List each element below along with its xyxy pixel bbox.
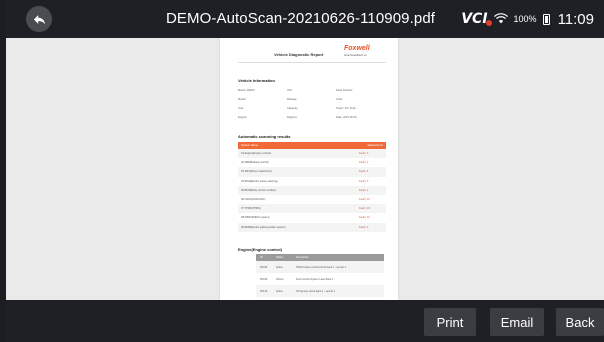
- back-button[interactable]: Back: [556, 308, 604, 336]
- print-button[interactable]: Print: [424, 308, 476, 336]
- dtc-code: P0130: [260, 289, 268, 293]
- info-cell: Tester: Pro Scan: [336, 107, 356, 110]
- table-row: P0030 Active HO2S heater control circuit b…: [256, 261, 384, 273]
- info-cell: Fault Position:: [336, 89, 354, 92]
- table-row: P0130 Active O2 Sensor circuit bank 1 - se…: [256, 285, 384, 297]
- system-name: 07 TPMS(TPMS): [241, 207, 261, 211]
- scan-results-table: System Name Status/Count 01 Engine(Engin…: [238, 142, 386, 232]
- table-row: 04 EPS(Electric power steering) Fault | 3: [238, 177, 386, 186]
- info-cell: VIN:: [287, 89, 293, 92]
- table-row: 08 IMMO(IMMO system) Fault | 10: [238, 213, 386, 222]
- document-title: DEMO-AutoScan-20210626-110909.pdf: [166, 10, 436, 27]
- column-header: System Name: [241, 144, 258, 147]
- vehicle-info-heading: Vehicle Information: [238, 78, 275, 83]
- system-name: 04 EPS(Electric power steering): [241, 179, 278, 183]
- column-header: Status/Count: [367, 144, 383, 147]
- dtc-table-header: ID Status Description: [256, 254, 384, 261]
- email-button[interactable]: Email: [490, 308, 544, 336]
- fault-status: Fault | 10: [359, 198, 370, 202]
- system-name: 09 EPB(Electric parking-brake system): [241, 225, 286, 229]
- dtc-status: History: [276, 277, 284, 281]
- brand-url: www.foxwelltech.us: [344, 54, 367, 57]
- info-row: Engine: Regions: Date: 2021.06.26: [238, 113, 386, 122]
- fault-status: Fault | 4: [359, 170, 369, 174]
- info-cell: Capacity:: [287, 107, 299, 110]
- info-row: Brand: DEMO VIN: Fault Position:: [238, 86, 386, 95]
- fault-status: Fault | 10: [359, 216, 370, 220]
- vci-label: VCI: [461, 11, 488, 27]
- dtc-status: Active: [276, 265, 283, 269]
- wifi-icon: [493, 13, 508, 25]
- status-area: VCI 100% 11:09: [461, 0, 594, 38]
- dtc-table: ID Status Description P0030 Active HO2S he…: [256, 254, 384, 297]
- system-name: 06 HVAC(HVAC/A/C): [241, 198, 266, 202]
- report-title: Vehicle Diagnostic Report: [274, 52, 324, 57]
- brand-logo: Foxwell: [344, 45, 370, 52]
- table-row: P0036 History Fuel Control System Lean Ban…: [256, 273, 384, 285]
- dtc-status: Active: [276, 289, 283, 293]
- table-row: 09 EPB(Electric parking-brake system) Fau…: [238, 222, 386, 232]
- fault-status: Fault | 16: [359, 207, 370, 211]
- fault-status: Fault | 3: [359, 152, 369, 156]
- column-header: Description: [296, 256, 309, 259]
- system-name: 01 Engine(Engine control): [241, 152, 271, 156]
- engine-section-heading: Engine(Engine control): [238, 247, 282, 252]
- top-bar: DEMO-AutoScan-20210626-110909.pdf VCI 10…: [6, 0, 604, 38]
- dtc-description: Fuel Control System Lean Bank 1: [296, 277, 334, 281]
- system-name: 02 ABS(Braking control): [241, 161, 269, 165]
- vci-status-dot: [485, 20, 492, 26]
- info-cell: Brand: DEMO: [238, 89, 255, 92]
- column-header: Status: [276, 256, 284, 259]
- table-row: 05 BCM(Body control module) Fault | 2: [238, 185, 386, 195]
- dtc-description: O2 Sensor circuit bank 1 - sensor 1: [296, 289, 336, 293]
- dtc-description: HO2S heater control circuit bank 1 - sen…: [296, 265, 347, 269]
- table-row: 07 TPMS(TPMS) Fault | 16: [238, 204, 386, 214]
- info-cell: Color:: [336, 98, 344, 101]
- table-row: 06 HVAC(HVAC/A/C) Fault | 10: [238, 195, 386, 204]
- pdf-page: Vehicle Diagnostic Report Foxwell www.fo…: [220, 38, 398, 300]
- table-row: 02 ABS(Braking control) Fault | 2: [238, 158, 386, 167]
- scan-table-header: System Name Status/Count: [238, 142, 386, 149]
- system-name: 05 BCM(Body control module): [241, 188, 276, 192]
- info-row: Year: Capacity: Tester: Pro Scan: [238, 104, 386, 113]
- info-cell: Date: 2021.06.26: [336, 116, 357, 119]
- battery-percent: 100%: [513, 14, 537, 24]
- fault-status: Fault | 2: [359, 161, 369, 165]
- system-name: 03 SRS(Driver crash/restr): [241, 170, 272, 174]
- fault-status: Fault | 3: [359, 179, 369, 183]
- system-name: 08 IMMO(IMMO system): [241, 216, 270, 220]
- vehicle-info-grid: Brand: DEMO VIN: Fault Position: Model: …: [238, 86, 386, 122]
- battery-icon: [542, 13, 550, 25]
- column-header: ID: [260, 256, 263, 259]
- info-row: Model: Mileage: Color:: [238, 95, 386, 104]
- fault-status: Fault | 3: [359, 225, 369, 229]
- table-row: 01 Engine(Engine control) Fault | 3: [238, 149, 386, 159]
- back-arrow-icon: [33, 14, 45, 24]
- vci-connection-icon: VCI: [461, 11, 492, 27]
- pdf-viewer[interactable]: Vehicle Diagnostic Report Foxwell www.fo…: [6, 38, 604, 300]
- clock: 11:09: [557, 10, 594, 28]
- app-frame: DEMO-AutoScan-20210626-110909.pdf VCI 10…: [6, 0, 604, 342]
- back-arrow-button[interactable]: [26, 6, 52, 32]
- divider: [238, 62, 386, 63]
- scan-rows: 01 Engine(Engine control) Fault | 3 02 AB…: [238, 149, 386, 232]
- dtc-code: P0036: [260, 277, 268, 281]
- info-cell: Regions:: [287, 116, 298, 119]
- table-row: 03 SRS(Driver crash/restr) Fault | 4: [238, 167, 386, 177]
- fault-status: Fault | 2: [359, 188, 369, 192]
- info-cell: Engine:: [238, 116, 248, 119]
- info-cell: Mileage:: [287, 98, 298, 101]
- dtc-code: P0030: [260, 265, 268, 269]
- info-cell: Model:: [238, 98, 247, 101]
- scan-results-heading: Automatic scanning results: [238, 134, 291, 139]
- bottom-toolbar: Print Email Back: [6, 300, 604, 342]
- dtc-rows: P0030 Active HO2S heater control circuit b…: [256, 261, 384, 297]
- info-cell: Year:: [238, 107, 245, 110]
